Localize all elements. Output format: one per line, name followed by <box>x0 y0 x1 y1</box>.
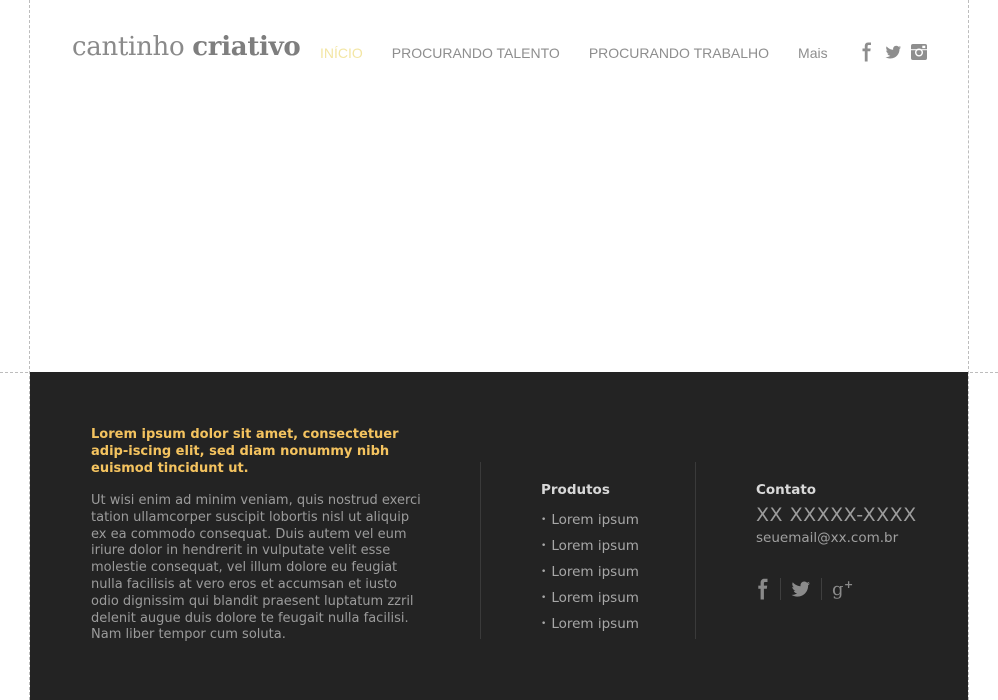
nav-item-inicio[interactable]: INÍCIO <box>320 45 363 61</box>
guide-line-right <box>968 0 969 700</box>
footer-body-text: Ut wisi enim ad minim veniam, quis nostr… <box>91 493 421 643</box>
nav-item-procurando-trabalho[interactable]: PROCURANDO TRABALHO <box>589 45 769 61</box>
twitter-icon[interactable] <box>791 580 811 598</box>
footer-contact: Contato XX XXXXX-XXXX seuemail@xx.com.br… <box>756 482 917 600</box>
footer-divider <box>480 462 481 639</box>
products-list: Lorem ipsum Lorem ipsum Lorem ipsum Lore… <box>541 508 639 638</box>
product-link[interactable]: Lorem ipsum <box>541 612 639 638</box>
site-logo[interactable]: cantinho criativo <box>72 32 301 62</box>
footer-social-links: g + <box>756 578 917 600</box>
header-social-links <box>858 42 928 62</box>
site-footer: Lorem ipsum dolor sit amet, consectetuer… <box>30 372 968 700</box>
svg-text:g: g <box>832 579 844 600</box>
products-title: Produtos <box>541 482 610 498</box>
footer-products: Produtos Lorem ipsum Lorem ipsum Lorem i… <box>541 482 639 638</box>
footer-headline: Lorem ipsum dolor sit amet, consectetuer… <box>91 427 399 476</box>
site-header: cantinho criativo INÍCIO PROCURANDO TALE… <box>72 30 932 76</box>
nav-item-mais[interactable]: Mais <box>798 45 828 61</box>
main-nav: INÍCIO PROCURANDO TALENTO PROCURANDO TRA… <box>320 45 828 61</box>
logo-bold-text: criativo <box>192 32 301 62</box>
facebook-icon[interactable] <box>756 578 770 600</box>
contact-phone: XX XXXXX-XXXX <box>756 504 917 526</box>
google-plus-icon[interactable]: g + <box>832 578 854 600</box>
nav-item-procurando-talento[interactable]: PROCURANDO TALENTO <box>392 45 560 61</box>
instagram-icon[interactable] <box>910 42 928 62</box>
svg-text:+: + <box>844 578 853 591</box>
product-link[interactable]: Lorem ipsum <box>541 560 639 586</box>
logo-light-text: cantinho <box>72 32 193 62</box>
contact-email[interactable]: seuemail@xx.com.br <box>756 530 917 546</box>
social-separator <box>780 578 781 600</box>
product-link[interactable]: Lorem ipsum <box>541 586 639 612</box>
product-link[interactable]: Lorem ipsum <box>541 508 639 534</box>
social-separator <box>821 578 822 600</box>
contact-title: Contato <box>756 482 817 498</box>
product-link[interactable]: Lorem ipsum <box>541 534 639 560</box>
footer-divider <box>695 462 696 639</box>
twitter-icon[interactable] <box>884 42 902 62</box>
facebook-icon[interactable] <box>858 42 876 62</box>
footer-about: Lorem ipsum dolor sit amet, consectetuer… <box>91 426 427 644</box>
